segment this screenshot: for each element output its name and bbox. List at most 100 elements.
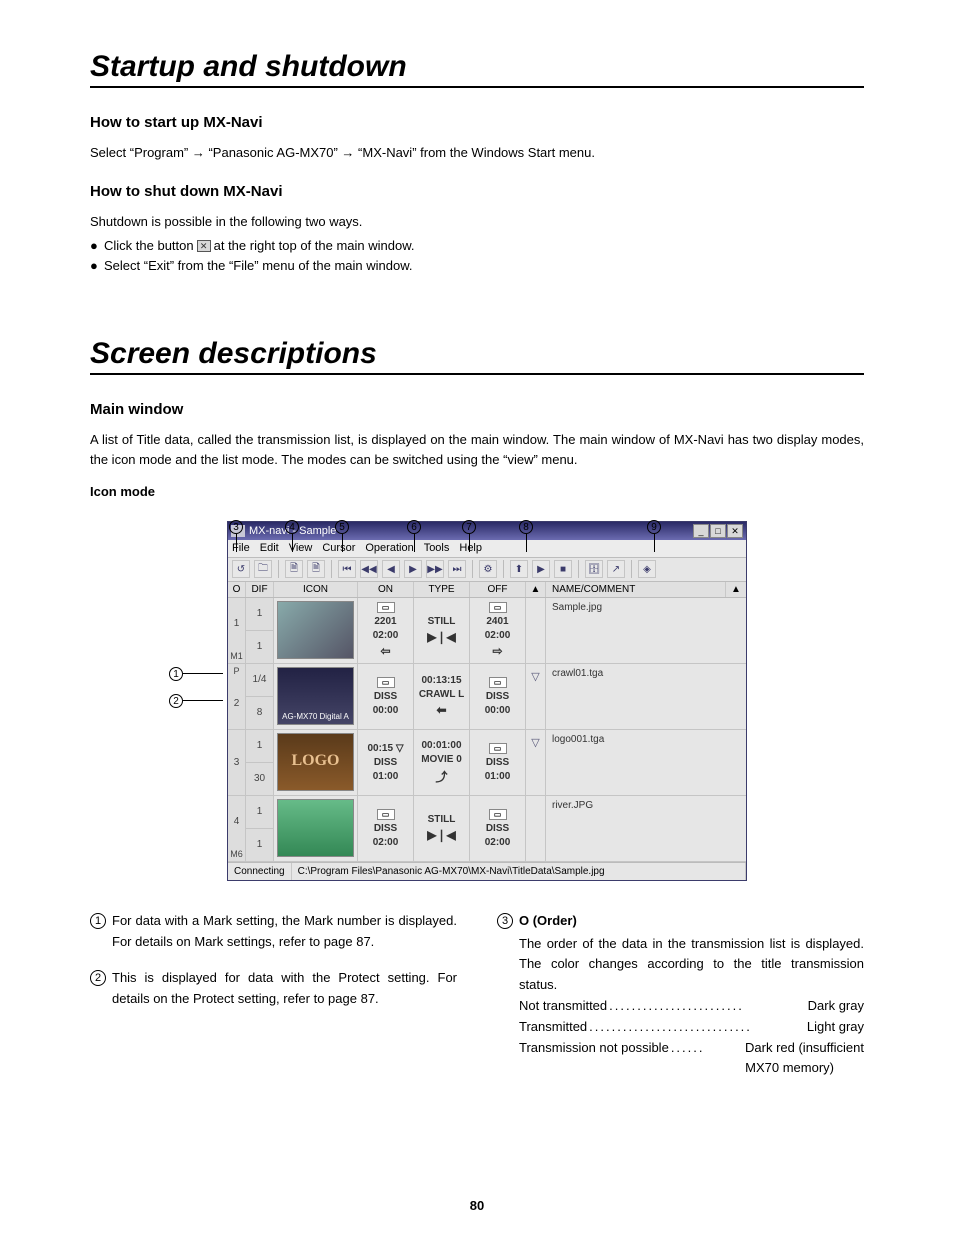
callout-3: 3: [229, 520, 243, 534]
type-val: MOVIE 0: [421, 754, 462, 765]
col-end[interactable]: ▲: [726, 582, 746, 597]
tri-col: ▽: [526, 730, 546, 795]
dif-cell: 1: [246, 796, 273, 829]
toolbar-stop-icon[interactable]: ■: [554, 560, 572, 578]
tri-col: [526, 796, 546, 861]
name-cell: Sample.jpg: [546, 598, 746, 663]
type-val: CRAWL L: [419, 689, 464, 700]
toolbar-btn[interactable]: ↺: [232, 560, 250, 578]
type-val: STILL: [428, 616, 456, 627]
tri-col: [526, 598, 546, 663]
toolbar-play-icon[interactable]: ▶: [532, 560, 550, 578]
off-val: 2401: [486, 616, 508, 627]
shutdown-heading: How to shut down MX-Navi: [90, 183, 864, 200]
toolbar-btn[interactable]: ◈: [638, 560, 656, 578]
main-window-text: A list of Title data, called the transmi…: [90, 430, 864, 470]
page-number: 80: [0, 1198, 954, 1213]
on-val: 00:15 ▽: [367, 743, 403, 754]
on-val: DISS: [374, 823, 397, 834]
type-val: 00:01:00: [421, 740, 461, 751]
toolbar-fwd-icon[interactable]: ▶: [404, 560, 422, 578]
toolbar-btn[interactable]: 🗄: [585, 560, 603, 578]
col-dif[interactable]: DIF: [246, 582, 274, 597]
toolbar-btn[interactable]: ↗: [607, 560, 625, 578]
table-row[interactable]: 1 M1 1 1 ▭ 2201 02:00 ⇦ STILL ▶❘◀ ▭ 2401: [228, 598, 746, 664]
col-on[interactable]: ON: [358, 582, 414, 597]
on-val: DISS: [374, 691, 397, 702]
order-num: 1: [228, 598, 245, 649]
toolbar-btn[interactable]: 🗎: [307, 560, 325, 578]
name-cell: logo001.tga: [546, 730, 746, 795]
table-row[interactable]: 4 M6 1 1 ▭ DISS 02:00 STILL ▶❘◀ ▭ DISS 0…: [228, 796, 746, 862]
menu-edit[interactable]: Edit: [260, 542, 279, 554]
on-val: 2201: [374, 616, 396, 627]
toolbar-prev-icon[interactable]: ◀◀: [360, 560, 378, 578]
toolbar-next-icon[interactable]: ▶▶: [426, 560, 444, 578]
protect-label: P: [228, 664, 245, 678]
mark-label: M1: [228, 649, 245, 663]
rect-icon: ▭: [489, 743, 507, 754]
menubar: File Edit View Cursor Operation Tools He…: [228, 540, 746, 558]
minimize-button[interactable]: _: [693, 524, 709, 538]
kv-val: Dark red (insufficient: [745, 1038, 864, 1059]
tri-col: ▽: [526, 664, 546, 729]
off-val: DISS: [486, 691, 509, 702]
table-row[interactable]: 3 1 30 LOGO 00:15 ▽ DISS 01:00 00:01:00 …: [228, 730, 746, 796]
table-row[interactable]: P 2 1/4 8 AG-MX70 Digital A ▭ DISS 00:00…: [228, 664, 746, 730]
rect-icon: ▭: [489, 809, 507, 820]
kv-val: Dark gray: [808, 996, 864, 1017]
dif-cell: 1: [246, 829, 273, 861]
on-val: 01:00: [373, 771, 399, 782]
callout-6: 6: [407, 520, 421, 534]
toolbar-btn[interactable]: ⚙: [479, 560, 497, 578]
screenshot-figure: 3 4 5 6 7 8 9 1 2 MX-navi - Sample _ □ ✕…: [207, 521, 747, 881]
maximize-button[interactable]: □: [710, 524, 726, 538]
table-header: O DIF ICON ON TYPE OFF ▲ NAME/COMMENT ▲: [228, 582, 746, 598]
toolbar-btn[interactable]: 🗀: [254, 560, 272, 578]
rect-icon: ▭: [377, 602, 395, 613]
col-off[interactable]: OFF: [470, 582, 526, 597]
section-title-startup: Startup and shutdown: [90, 50, 864, 88]
off-col: ▭ 2401 02:00 ⇨: [470, 598, 526, 663]
toolbar-first-icon[interactable]: ⏮: [338, 560, 356, 578]
close-icon: ✕: [197, 240, 211, 252]
start-heading: How to start up MX-Navi: [90, 114, 864, 131]
type-col: STILL ▶❘◀: [414, 598, 470, 663]
still-icon: ▶❘◀: [427, 828, 456, 842]
col-o[interactable]: O: [228, 582, 246, 597]
toolbar-back-icon[interactable]: ◀: [382, 560, 400, 578]
desc-text-3: The order of the data in the transmissio…: [519, 934, 864, 996]
rect-icon: ▭: [377, 809, 395, 820]
kv-key: Transmission not possible: [519, 1038, 669, 1059]
col-name[interactable]: NAME/COMMENT: [546, 582, 726, 597]
app-window: MX-navi - Sample _ □ ✕ File Edit View Cu…: [227, 521, 747, 881]
callout-7: 7: [462, 520, 476, 534]
thumbnail: LOGO: [277, 733, 354, 791]
toolbar-btn[interactable]: ⬆: [510, 560, 528, 578]
col-tri[interactable]: ▲: [526, 582, 546, 597]
dif-cell: 8: [246, 697, 273, 729]
desc-num-2: 2: [90, 970, 106, 986]
order-num: 2: [228, 678, 245, 729]
col-icon[interactable]: ICON: [274, 582, 358, 597]
dif-cell: 1: [246, 631, 273, 663]
desc-head-3: O (Order): [519, 911, 577, 932]
type-col: STILL ▶❘◀: [414, 796, 470, 861]
shutdown-intro: Shutdown is possible in the following tw…: [90, 212, 864, 232]
toolbar-btn[interactable]: 🗎: [285, 560, 303, 578]
off-val: 00:00: [485, 705, 511, 716]
callout-9: 9: [647, 520, 661, 534]
col-type[interactable]: TYPE: [414, 582, 470, 597]
close-button[interactable]: ✕: [727, 524, 743, 538]
on-col: ▭ 2201 02:00 ⇦: [358, 598, 414, 663]
menu-tools[interactable]: Tools: [424, 542, 450, 554]
off-col: ▭ DISS 01:00: [470, 730, 526, 795]
bullet1-b: at the right top of the main window.: [214, 236, 415, 256]
toolbar-last-icon[interactable]: ⏭: [448, 560, 466, 578]
status-path: C:\Program Files\Panasonic AG-MX70\MX-Na…: [292, 863, 746, 880]
dif-cell: 1/4: [246, 664, 273, 697]
callout-8: 8: [519, 520, 533, 534]
off-val: 01:00: [485, 771, 511, 782]
callout-5: 5: [335, 520, 349, 534]
description-columns: 1 For data with a Mark setting, the Mark…: [90, 911, 864, 1079]
